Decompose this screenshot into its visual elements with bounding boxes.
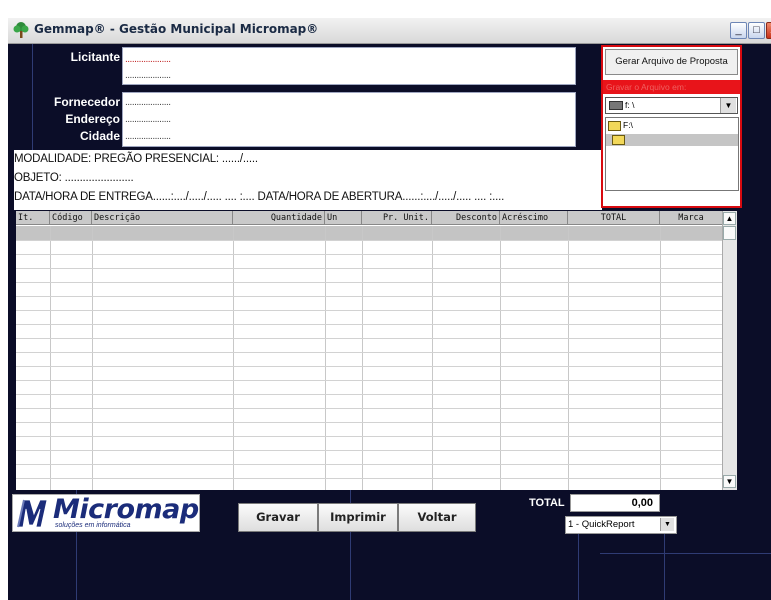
grid-row-divider (16, 450, 722, 451)
folder-open-icon (608, 120, 621, 131)
col-descricao[interactable]: Descrição (92, 211, 233, 225)
objeto-text: OBJETO: ....................... (14, 172, 134, 184)
items-grid[interactable]: It. Código Descrição Quantidade Un Pr. U… (16, 211, 722, 490)
maximize-button[interactable]: □ (748, 22, 765, 39)
endereco-label: Endereço (65, 112, 120, 126)
info-band: MODALIDADE: PREGÃO PRESENCIAL: ....../..… (14, 150, 602, 210)
logo-text: Micromap (53, 494, 199, 525)
supplier-fields[interactable]: .................... ...................… (122, 92, 576, 147)
grid-header: It. Código Descrição Quantidade Un Pr. U… (16, 211, 722, 225)
folder-open-icon (612, 135, 625, 145)
grid-row-divider (16, 254, 722, 255)
decor-line (578, 534, 579, 600)
grid-row-divider (16, 436, 722, 437)
window-title: Gemmap® - Gestão Municipal Micromap® (34, 22, 319, 36)
col-codigo[interactable]: Código (50, 211, 92, 225)
print-button[interactable]: Imprimir (318, 503, 398, 532)
dropdown-arrow-icon[interactable]: ▼ (720, 98, 736, 113)
decor-line (32, 44, 33, 154)
decor-line (664, 534, 665, 600)
save-button[interactable]: Gravar (238, 503, 318, 532)
grid-row-divider (16, 380, 722, 381)
grid-row-divider (16, 422, 722, 423)
datas-text: DATA/HORA DE ENTREGA......:..../...../..… (14, 191, 505, 203)
col-item[interactable]: It. (16, 211, 50, 225)
drive-value: f: \ (625, 100, 635, 110)
grid-row-divider (16, 338, 722, 339)
app-tree-icon (13, 22, 29, 38)
micromap-logo: Micromap soluções em informática (12, 494, 200, 532)
total-value: 0,00 (570, 494, 660, 512)
col-total[interactable]: TOTAL (568, 211, 660, 225)
title-bar[interactable]: Gemmap® - Gestão Municipal Micromap® _ □… (8, 18, 771, 44)
scroll-down-icon[interactable]: ▼ (723, 475, 736, 488)
logo-tagline: soluções em informática (55, 522, 131, 529)
grid-row-divider (16, 268, 722, 269)
grid-row-divider (16, 366, 722, 367)
grid-row-divider (16, 478, 722, 479)
col-desconto[interactable]: Desconto (432, 211, 500, 225)
close-button[interactable]: X (766, 22, 771, 39)
decor-line (600, 553, 771, 554)
grid-row-divider (16, 324, 722, 325)
save-in-label: Gravar o Arquivo em: (603, 80, 740, 94)
col-preco-unit[interactable]: Pr. Unit. (362, 211, 432, 225)
grid-row-divider (16, 240, 722, 241)
col-un[interactable]: Un (325, 211, 362, 225)
licitante-dots-2: .................... (125, 70, 171, 81)
dropdown-arrow-icon[interactable]: ▼ (660, 518, 674, 531)
licitante-field[interactable]: .................... ...................… (122, 47, 576, 85)
modalidade-text: MODALIDADE: PREGÃO PRESENCIAL: ....../..… (14, 153, 258, 165)
scroll-thumb[interactable] (723, 226, 736, 240)
vertical-scrollbar[interactable] (722, 211, 737, 490)
col-acrescimo[interactable]: Acréscimo (500, 211, 568, 225)
licitante-label: Licitante (70, 50, 120, 64)
endereco-dots: .................... (125, 114, 171, 125)
grid-row-divider (16, 352, 722, 353)
selected-row[interactable] (16, 226, 722, 240)
grid-row-divider (16, 464, 722, 465)
directory-item[interactable]: F:\ (608, 120, 633, 131)
back-button[interactable]: Voltar (398, 503, 476, 532)
directory-label: F:\ (623, 120, 633, 130)
minimize-button[interactable]: _ (730, 22, 747, 39)
grid-row-divider (16, 310, 722, 311)
col-marca[interactable]: Marca (660, 211, 722, 225)
grid-row-divider (16, 282, 722, 283)
logo-m-icon (16, 497, 52, 529)
grid-row-divider (16, 408, 722, 409)
drive-icon (609, 101, 623, 111)
fornecedor-label: Fornecedor (53, 95, 120, 109)
generate-proposal-button[interactable]: Gerar Arquivo de Proposta (605, 49, 738, 75)
directory-selected-item[interactable] (606, 134, 738, 146)
cidade-label: Cidade (79, 129, 120, 143)
scroll-up-icon[interactable]: ▲ (723, 212, 736, 225)
col-quantidade[interactable]: Quantidade (233, 211, 325, 225)
drive-select[interactable]: f: \ (605, 97, 738, 114)
total-label: TOTAL (529, 497, 565, 509)
cidade-dots: .................... (125, 131, 171, 142)
fornecedor-dots: .................... (125, 97, 171, 108)
grid-row-divider (16, 394, 722, 395)
grid-row-divider (16, 296, 722, 297)
licitante-dots: .................... (125, 54, 171, 65)
